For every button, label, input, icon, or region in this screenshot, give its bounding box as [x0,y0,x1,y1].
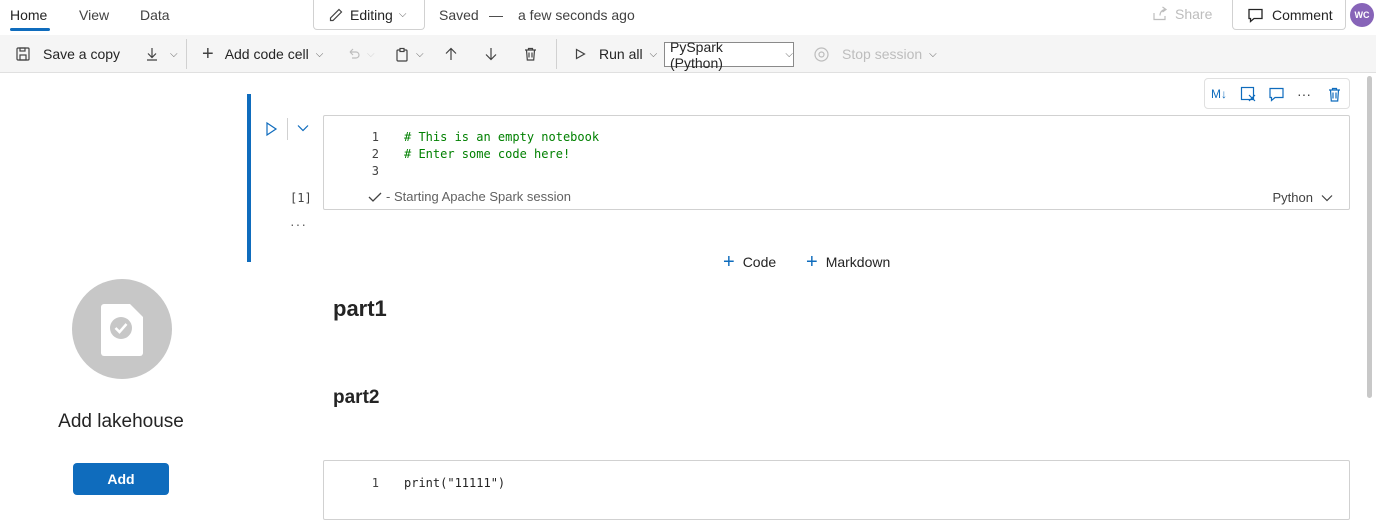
code-line: # This is an empty notebook [404,130,600,144]
more-options-icon[interactable]: ··· [1294,84,1314,104]
lakehouse-icon [72,279,172,379]
cell-status-text: - Starting Apache Spark session [386,189,571,204]
paste-button[interactable]: ⌵ [395,35,424,73]
add-lakehouse-title: Add lakehouse [58,411,184,432]
save-copy-button[interactable]: Save a copy [16,35,120,73]
code-cell[interactable]: 1 # This is an empty notebook 2 # Enter … [323,115,1350,210]
saved-status: Saved [439,7,479,23]
run-cell-button[interactable] [264,121,278,142]
active-tab-indicator [10,28,50,31]
comment-label: Comment [1272,6,1333,23]
line-number: 2 [371,147,379,161]
pencil-icon [329,8,343,21]
trash-icon[interactable] [1324,84,1344,104]
line-number: 1 [371,476,379,490]
download-button[interactable]: ⌵ [145,35,178,73]
run-all-label: Run all [599,46,643,62]
undo-icon [349,48,360,59]
chevron-down-icon: ⌵ [929,48,937,60]
chevron-down-icon: ⌵ [416,48,424,60]
line-number: 1 [371,130,379,144]
code-cell[interactable]: 1 print("11111") [323,460,1350,520]
chevron-down-icon: ⌵ [170,48,178,60]
chevron-down-icon [297,125,309,132]
markdown-toggle-icon[interactable]: M↓ [1209,84,1229,104]
add-code-cell-button[interactable]: + Code [723,251,777,273]
lakehouse-panel: Add lakehouse Add [0,74,246,498]
share-button[interactable]: Share [1152,6,1212,22]
tab-home[interactable]: Home [10,7,47,23]
execution-count: [1] [290,191,312,205]
tab-data[interactable]: Data [140,7,170,23]
stop-icon [814,46,829,62]
code-line: # Enter some code here! [404,147,571,161]
share-label: Share [1175,6,1213,22]
plus-icon: + [806,251,818,273]
cell-language-label: Python [1272,190,1313,205]
active-cell-indicator [247,94,251,262]
stop-session-label: Stop session [842,46,923,62]
add-code-cell-button[interactable]: + Add code cell ⌵ [202,35,323,73]
scrollbar[interactable] [1367,76,1372,398]
saved-time: a few seconds ago [518,7,635,23]
markdown-heading[interactable]: part1 [333,296,387,322]
toolbar-divider [556,39,557,69]
play-icon [575,48,586,60]
chevron-down-icon: ⌵ [315,48,324,60]
toolbar-divider [186,39,187,69]
chevron-down-icon: ⌵ [649,48,658,60]
cell-divider [287,118,288,140]
more-options-icon[interactable]: ··· [290,216,307,232]
download-icon [147,48,157,61]
markdown-heading[interactable]: part2 [333,387,379,409]
arrow-down-icon [485,48,497,61]
language-select[interactable]: PySpark (Python) ⌵ [664,39,794,71]
save-icon [16,47,30,61]
plus-icon: + [202,43,214,65]
trash-icon [525,47,536,61]
undo-button[interactable]: ⌵ [346,35,375,73]
share-icon [1153,6,1168,21]
chevron-down-icon: ⌵ [367,48,375,60]
freeze-cell-icon[interactable] [1238,84,1258,104]
chevron-down-icon: ⌵ [785,49,793,60]
comment-icon [1248,8,1263,23]
move-up-button[interactable] [444,35,458,73]
editing-mode-label: Editing [350,6,393,23]
move-down-button[interactable] [484,35,498,73]
code-line: print("11111") [404,476,506,490]
arrow-up-icon [445,47,457,60]
avatar[interactable]: WC [1350,3,1374,27]
comment-button[interactable]: Comment [1232,0,1346,30]
play-icon [266,121,278,137]
add-markdown-label: Markdown [825,254,891,270]
checkmark-icon [368,192,382,202]
line-number: 3 [371,164,379,178]
chevron-down-icon [1321,194,1333,201]
comment-cell-icon[interactable] [1266,84,1286,104]
tab-view[interactable]: View [79,7,109,23]
saved-separator: — [489,7,503,23]
toolbar: Save a copy ⌵ + Add code cell ⌵ ⌵ ⌵ Run … [0,35,1376,73]
cell-status: - Starting Apache Spark session [368,189,571,204]
stop-session-button[interactable]: Stop session ⌵ [814,35,937,73]
add-code-label: Code [742,254,777,270]
add-markdown-cell-button[interactable]: + Markdown [806,251,891,273]
cell-language-select[interactable]: Python [1273,190,1333,205]
clipboard-icon [396,47,408,62]
add-code-cell-label: Add code cell [224,46,309,62]
collapse-cell-button[interactable] [296,121,310,138]
editing-mode-button[interactable]: Editing ⌵ [313,0,425,30]
cell-action-bar: M↓ ··· [1204,78,1350,109]
chevron-down-icon: ⌵ [398,9,407,20]
delete-cell-button[interactable] [524,35,537,73]
run-all-button[interactable]: Run all ⌵ [574,35,657,73]
top-bar: Home View Data Editing ⌵ Saved — a few s… [0,0,1376,31]
plus-icon: + [723,251,735,273]
add-lakehouse-button[interactable]: Add [73,463,169,495]
save-copy-label: Save a copy [43,46,121,62]
language-select-value: PySpark (Python) [670,38,723,71]
